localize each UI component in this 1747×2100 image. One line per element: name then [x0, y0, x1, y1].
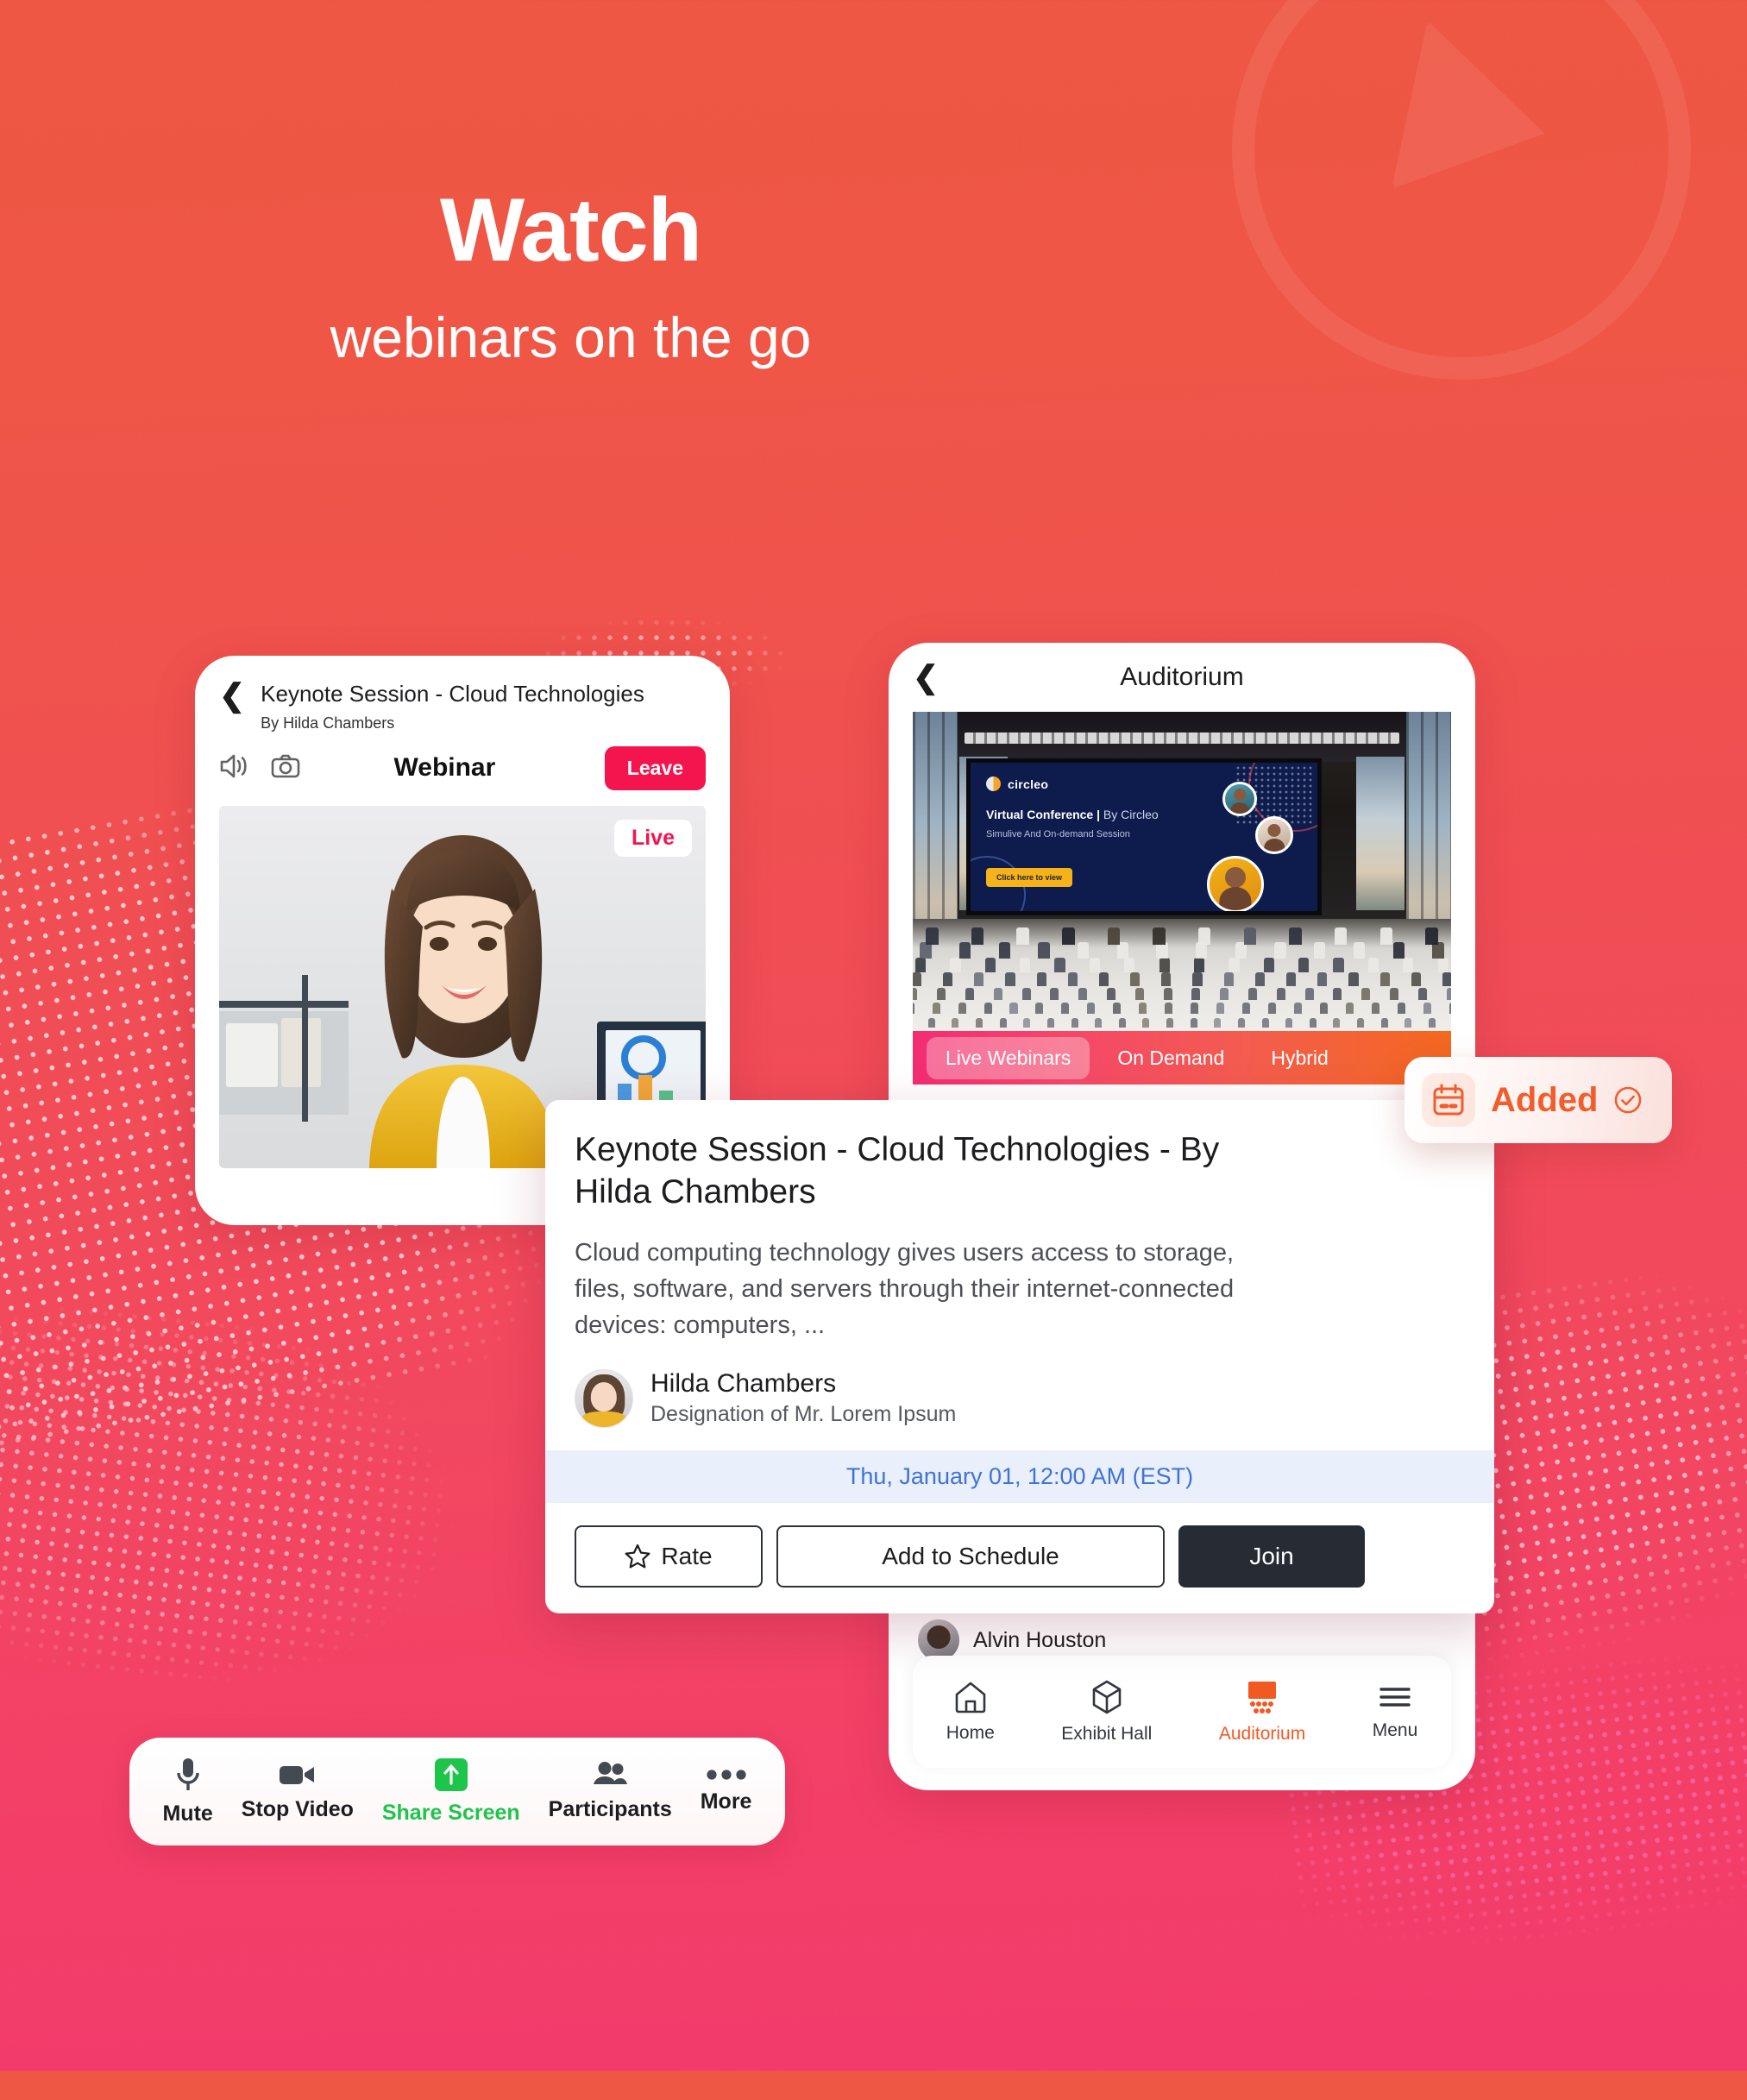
- toolbar-item-more[interactable]: More: [701, 1769, 752, 1814]
- session-detail-card: Keynote Session - Cloud Technologies - B…: [545, 1100, 1494, 1613]
- nav-label: Auditorium: [1219, 1724, 1305, 1745]
- session-detail-description: Cloud computing technology gives users a…: [575, 1235, 1291, 1343]
- toolbar-item-participants[interactable]: Participants: [549, 1761, 672, 1822]
- microphone-icon: [173, 1757, 203, 1793]
- stage-headline-bold: Virtual Conference |: [986, 808, 1100, 821]
- webinar-action-bar: Webinar Leave: [195, 732, 730, 806]
- calendar-icon: [1422, 1073, 1475, 1127]
- circleo-logo-text: circleo: [1008, 777, 1048, 791]
- audience-row: [913, 927, 1451, 946]
- toolbar-label: Stop Video: [242, 1797, 354, 1822]
- volume-speaker-icon[interactable]: [219, 753, 252, 783]
- session-action-buttons: Rate Add to Schedule Join: [575, 1525, 1465, 1588]
- bottom-navigation-bar: Home Exhibit Hall Auditorium Menu: [913, 1656, 1451, 1768]
- circleo-logo-mark: [986, 776, 1001, 791]
- auditorium-page-title: Auditorium: [889, 663, 1475, 692]
- toolbar-item-mute[interactable]: Mute: [162, 1757, 212, 1826]
- toolbar-item-share-screen[interactable]: Share Screen: [382, 1757, 520, 1826]
- nav-label: Home: [946, 1723, 995, 1744]
- toolbar-label: Participants: [549, 1797, 672, 1822]
- auditorium-header: ❮ Auditorium: [889, 643, 1475, 712]
- share-screen-arrow-icon: [434, 1757, 468, 1792]
- toolbar-label: Share Screen: [382, 1801, 520, 1826]
- stage-lighting-truss: [965, 732, 1399, 744]
- stage-subline: Simulive And On-demand Session: [986, 828, 1141, 841]
- dot-wave-decoration-left-lower: [0, 1267, 507, 1804]
- add-to-schedule-button[interactable]: Add to Schedule: [776, 1525, 1165, 1588]
- webinar-session-speaker: By Hilda Chambers: [261, 714, 644, 732]
- star-outline-icon: [625, 1544, 650, 1569]
- participants-icon: [591, 1761, 629, 1789]
- toolbar-label: Mute: [162, 1801, 212, 1826]
- webinar-header: ❮ Keynote Session - Cloud Technologies B…: [195, 656, 730, 732]
- toolbar-item-stop-video[interactable]: Stop Video: [242, 1761, 354, 1822]
- rate-button[interactable]: Rate: [575, 1525, 763, 1588]
- meeting-toolbar: Mute Stop Video Share Screen Participant…: [129, 1738, 785, 1845]
- leave-button[interactable]: Leave: [605, 746, 706, 790]
- stage-avatar-1: [1222, 782, 1257, 816]
- nav-label: Exhibit Hall: [1061, 1724, 1152, 1745]
- back-chevron-icon[interactable]: ❮: [219, 682, 245, 709]
- check-circle-icon: [1613, 1085, 1643, 1115]
- audience-row: [913, 1003, 1451, 1014]
- video-camera-icon: [279, 1761, 317, 1789]
- audience-row: [913, 958, 1451, 972]
- auditorium-audience-seats: [913, 922, 1451, 1031]
- nav-item-menu[interactable]: Menu: [1373, 1683, 1418, 1741]
- session-speaker-block: Hilda Chambers Designation of Mr. Lorem …: [575, 1369, 1465, 1428]
- webinar-session-title: Keynote Session - Cloud Technologies: [261, 682, 644, 707]
- stage-avatar-3: [1207, 856, 1264, 913]
- toolbar-label: More: [701, 1789, 752, 1814]
- tab-hybrid[interactable]: Hybrid: [1252, 1037, 1347, 1079]
- cube-icon: [1091, 1680, 1122, 1714]
- circleo-logo: circleo: [986, 776, 1048, 791]
- avatar: [575, 1369, 633, 1428]
- auditorium-icon: [1244, 1680, 1280, 1714]
- hamburger-menu-icon: [1378, 1683, 1412, 1711]
- added-toast-badge: Added: [1405, 1057, 1672, 1143]
- nav-item-auditorium[interactable]: Auditorium: [1219, 1680, 1305, 1745]
- auditorium-tab-bar: Live Webinars On Demand Hybrid: [913, 1031, 1451, 1085]
- tab-live-webinars[interactable]: Live Webinars: [927, 1037, 1090, 1079]
- session-detail-title: Keynote Session - Cloud Technologies - B…: [575, 1129, 1247, 1214]
- audience-row: [913, 988, 1451, 1000]
- hero-heading-block: Watch webinars on the go: [0, 185, 1141, 369]
- speaker-designation: Designation of Mr. Lorem Ipsum: [650, 1402, 956, 1427]
- stage-headline: Virtual Conference | By Circleo: [986, 808, 1159, 821]
- session-datetime: Thu, January 01, 12:00 AM (EST): [545, 1450, 1494, 1503]
- live-badge: Live: [614, 820, 692, 857]
- list-item[interactable]: Alvin Houston: [918, 1619, 1446, 1661]
- audience-row: [913, 972, 1451, 986]
- stage-cta-button: Click here to view: [986, 868, 1072, 887]
- page-subtitle: webinars on the go: [0, 306, 1141, 369]
- ellipsis-icon: [707, 1769, 746, 1781]
- speaker-name: Hilda Chambers: [650, 1369, 956, 1399]
- avatar: [918, 1619, 959, 1661]
- tab-on-demand[interactable]: On Demand: [1098, 1037, 1243, 1079]
- auditorium-side-panel-right: [1356, 757, 1405, 910]
- webinar-mode-label: Webinar: [285, 753, 605, 783]
- nav-item-home[interactable]: Home: [946, 1681, 995, 1744]
- nav-item-exhibit-hall[interactable]: Exhibit Hall: [1061, 1680, 1152, 1745]
- rate-label: Rate: [661, 1543, 712, 1570]
- stage-presentation-screen: circleo Virtual Conference | By Circleo …: [966, 758, 1322, 915]
- added-label: Added: [1491, 1081, 1598, 1120]
- list-item-name: Alvin Houston: [973, 1628, 1106, 1653]
- page-title: Watch: [0, 185, 1141, 275]
- join-button[interactable]: Join: [1178, 1525, 1365, 1588]
- nav-label: Menu: [1373, 1720, 1418, 1741]
- audience-row: [913, 1018, 1451, 1028]
- home-icon: [953, 1681, 988, 1713]
- auditorium-stage-image[interactable]: circleo Virtual Conference | By Circleo …: [913, 712, 1451, 1031]
- stage-avatar-2: [1255, 816, 1293, 854]
- stage-headline-light: By Circleo: [1100, 808, 1159, 821]
